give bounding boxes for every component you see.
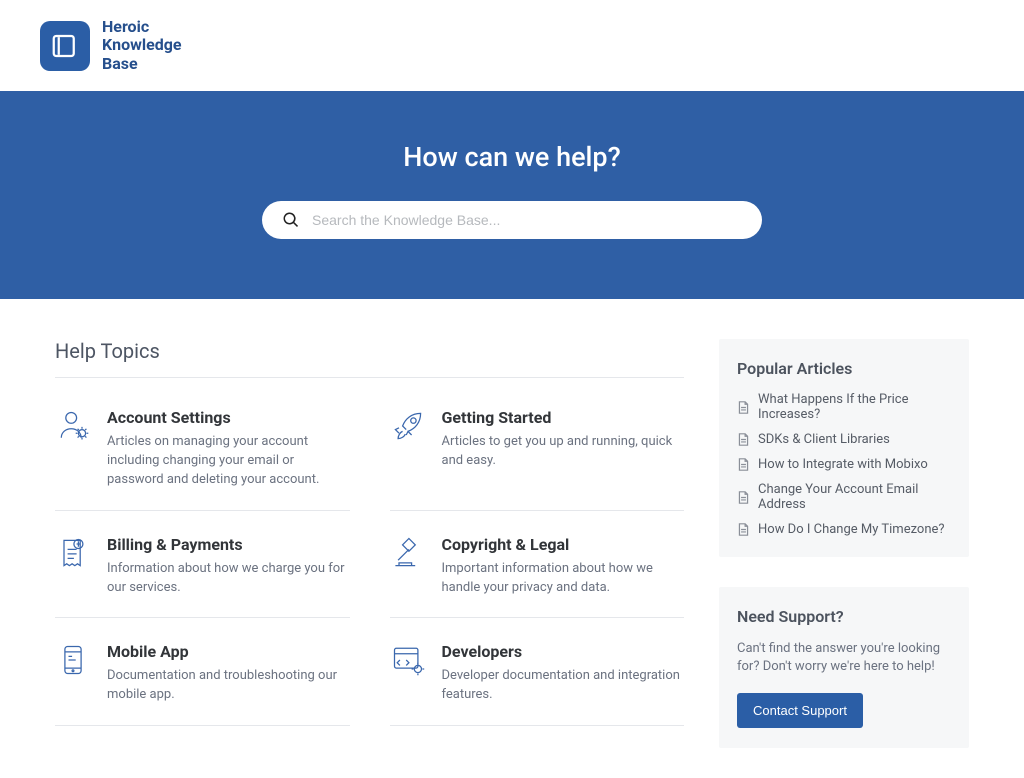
hero-banner: How can we help?	[0, 91, 1024, 299]
help-topics-heading: Help Topics	[55, 339, 684, 363]
topic-desc: Articles on managing your account includ…	[107, 433, 350, 490]
divider	[55, 377, 684, 378]
article-link[interactable]: SDKs & Client Libraries	[737, 432, 951, 447]
brand-line-1: Heroic	[102, 18, 182, 36]
topic-developers[interactable]: Developers Developer documentation and i…	[390, 618, 685, 726]
topic-title: Developers	[442, 642, 685, 661]
code-gear-icon	[390, 642, 426, 678]
need-support-heading: Need Support?	[737, 607, 951, 626]
brand-logo-icon	[40, 21, 90, 71]
article-title: SDKs & Client Libraries	[758, 432, 890, 447]
topic-desc: Developer documentation and integration …	[442, 667, 685, 705]
topic-getting-started[interactable]: Getting Started Articles to get you up a…	[390, 384, 685, 511]
article-link[interactable]: How to Integrate with Mobixo	[737, 457, 951, 472]
sidebar: Popular Articles What Happens If the Pri…	[719, 339, 969, 747]
topic-desc: Information about how we charge you for …	[107, 560, 350, 598]
main-content: Help Topics Account Settings Articles on…	[0, 299, 1024, 777]
brand-line-3: Base	[102, 55, 182, 73]
topic-title: Copyright & Legal	[442, 535, 685, 554]
topic-title: Getting Started	[442, 408, 685, 427]
topic-mobile-app[interactable]: Mobile App Documentation and troubleshoo…	[55, 618, 350, 726]
topic-desc: Important information about how we handl…	[442, 560, 685, 598]
popular-articles-box: Popular Articles What Happens If the Pri…	[719, 339, 969, 557]
site-header: Heroic Knowledge Base	[0, 0, 1024, 91]
file-icon	[737, 458, 750, 471]
search-input[interactable]	[312, 212, 742, 228]
article-title: What Happens If the Price Increases?	[758, 392, 951, 422]
contact-support-button[interactable]: Contact Support	[737, 693, 863, 728]
topics-grid: Account Settings Articles on managing yo…	[55, 384, 684, 726]
file-icon	[737, 401, 750, 414]
popular-articles-list: What Happens If the Price Increases? SDK…	[737, 392, 951, 537]
need-support-text: Can't find the answer you're looking for…	[737, 640, 951, 676]
article-link[interactable]: Change Your Account Email Address	[737, 482, 951, 512]
topic-title: Account Settings	[107, 408, 350, 427]
gavel-icon	[390, 535, 426, 571]
topic-title: Mobile App	[107, 642, 350, 661]
popular-articles-heading: Popular Articles	[737, 359, 951, 378]
need-support-box: Need Support? Can't find the answer you'…	[719, 587, 969, 747]
search-icon	[282, 211, 300, 229]
topic-title: Billing & Payments	[107, 535, 350, 554]
article-link[interactable]: How Do I Change My Timezone?	[737, 522, 951, 537]
article-link[interactable]: What Happens If the Price Increases?	[737, 392, 951, 422]
brand-text: Heroic Knowledge Base	[102, 18, 182, 73]
article-title: How to Integrate with Mobixo	[758, 457, 928, 472]
topic-copyright-legal[interactable]: Copyright & Legal Important information …	[390, 511, 685, 619]
hero-title: How can we help?	[0, 141, 1024, 173]
topic-desc: Articles to get you up and running, quic…	[442, 433, 685, 471]
file-icon	[737, 523, 750, 536]
help-topics-section: Help Topics Account Settings Articles on…	[55, 339, 684, 747]
file-icon	[737, 491, 750, 504]
user-gear-icon	[55, 408, 91, 444]
topic-account-settings[interactable]: Account Settings Articles on managing yo…	[55, 384, 350, 511]
file-icon	[737, 433, 750, 446]
mobile-icon	[55, 642, 91, 678]
topic-desc: Documentation and troubleshooting our mo…	[107, 667, 350, 705]
article-title: How Do I Change My Timezone?	[758, 522, 945, 537]
rocket-icon	[390, 408, 426, 444]
receipt-icon	[55, 535, 91, 571]
brand-line-2: Knowledge	[102, 36, 182, 54]
article-title: Change Your Account Email Address	[758, 482, 951, 512]
search-box[interactable]	[262, 201, 762, 239]
topic-billing-payments[interactable]: Billing & Payments Information about how…	[55, 511, 350, 619]
